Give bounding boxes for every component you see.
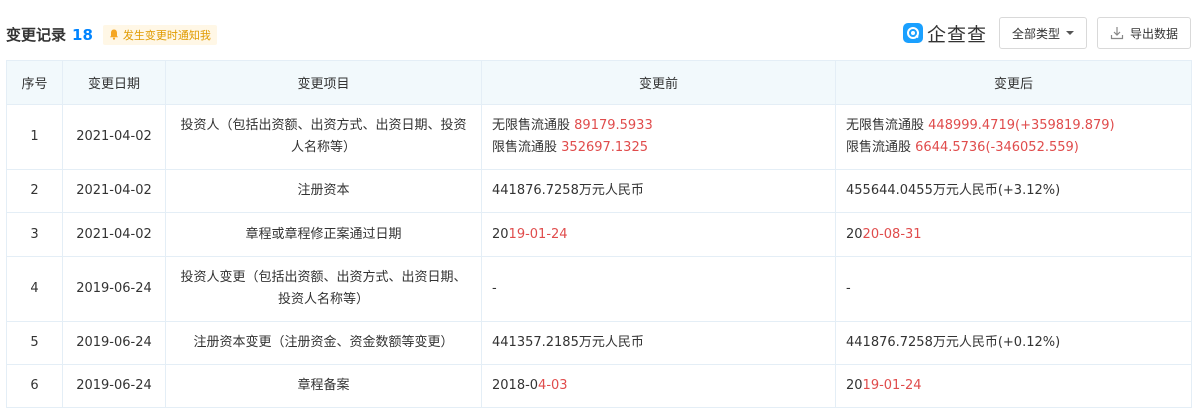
after-changed: 20-08-31 (862, 226, 922, 242)
row-after: 441876.7258万元人民币(+0.12%) (835, 321, 1192, 365)
row-before: 2019-01-24 (481, 212, 836, 257)
title-group: 变更记录 18 发生变更时通知我 (6, 24, 217, 45)
qcc-logo-icon (902, 23, 923, 43)
table-row: 2 2021-04-02 注册资本 441876.7258万元人民币 45564… (6, 169, 1192, 213)
row-after: 2020-08-31 (835, 212, 1192, 257)
before-label: 限售流通股 (492, 140, 558, 155)
row-before: 无限售流通股 89179.5933 限售流通股 352697.1325 (481, 104, 836, 170)
after-value: 6644.5736(-346052.559) (915, 140, 1079, 155)
table-row: 6 2019-06-24 章程备案 2018-04-03 2019-01-24 (6, 364, 1192, 408)
row-item: 章程或章程修正案通过日期 (165, 212, 482, 257)
after-unchanged: 20 (846, 226, 863, 242)
column-header-after: 变更后 (835, 60, 1192, 105)
row-item: 注册资本 (165, 169, 482, 213)
row-no: 3 (6, 212, 63, 257)
row-item: 投资人变更（包括出资额、出资方式、出资日期、投资人名称等） (165, 256, 482, 322)
before-unchanged: 2018-0 (492, 378, 539, 393)
after-value: 448999.4719(+359819.879) (928, 118, 1115, 133)
column-header-no: 序号 (6, 60, 63, 105)
table-row: 5 2019-06-24 注册资本变更（注册资金、资金数额等变更） 441357… (6, 321, 1192, 365)
row-before: - (481, 256, 836, 322)
download-icon (1110, 27, 1124, 40)
row-date: 2021-04-02 (62, 104, 166, 170)
section-header: 变更记录 18 发生变更时通知我 企查查 全部类型 导出数据 (0, 0, 1197, 60)
row-no: 1 (6, 104, 63, 170)
row-date: 2019-06-24 (62, 364, 166, 408)
toolbar: 企查查 全部类型 导出数据 (902, 17, 1191, 49)
row-after: - (835, 256, 1192, 322)
row-after: 无限售流通股 448999.4719(+359819.879) 限售流通股 66… (835, 104, 1192, 170)
row-date: 2021-04-02 (62, 212, 166, 257)
before-changed: 19-01-24 (508, 226, 568, 242)
record-count: 18 (72, 25, 93, 44)
type-filter-label: 全部类型 (1011, 26, 1060, 41)
after-label: 限售流通股 (846, 140, 912, 155)
after-changed: 19-01-24 (862, 378, 922, 393)
change-records-table: 序号 变更日期 变更项目 变更前 变更后 1 2021-04-02 投资人（包括… (6, 60, 1192, 408)
export-button[interactable]: 导出数据 (1096, 17, 1191, 49)
row-item: 注册资本变更（注册资金、资金数额等变更） (165, 321, 482, 365)
row-item: 章程备案 (165, 364, 482, 408)
column-header-before: 变更前 (481, 60, 836, 105)
row-item: 投资人（包括出资额、出资方式、出资日期、投资人名称等） (165, 104, 482, 170)
row-after: 455644.0455万元人民币(+3.12%) (835, 169, 1192, 213)
notify-label: 发生变更时通知我 (122, 28, 211, 42)
notify-button[interactable]: 发生变更时通知我 (102, 24, 217, 45)
before-value: 352697.1325 (561, 140, 648, 155)
table-row: 3 2021-04-02 章程或章程修正案通过日期 2019-01-24 202… (6, 212, 1192, 257)
before-label: 无限售流通股 (492, 118, 571, 133)
section-title: 变更记录 (6, 26, 67, 44)
before-unchanged: 20 (492, 226, 509, 242)
before-changed: 4-03 (538, 378, 568, 393)
bell-icon (109, 29, 118, 40)
type-filter-dropdown[interactable]: 全部类型 (998, 17, 1087, 49)
export-label: 导出数据 (1129, 26, 1178, 41)
table-row: 1 2021-04-02 投资人（包括出资额、出资方式、出资日期、投资人名称等）… (6, 104, 1192, 170)
column-header-item: 变更项目 (165, 60, 482, 105)
row-no: 5 (6, 321, 63, 365)
caret-down-icon (1065, 31, 1074, 35)
row-after: 2019-01-24 (835, 364, 1192, 408)
after-label: 无限售流通股 (846, 118, 925, 133)
brand-logo: 企查查 (902, 20, 987, 47)
logo-text: 企查查 (926, 23, 987, 46)
column-header-date: 变更日期 (62, 60, 166, 105)
row-date: 2021-04-02 (62, 169, 166, 213)
row-date: 2019-06-24 (62, 321, 166, 365)
row-date: 2019-06-24 (62, 256, 166, 322)
row-no: 4 (6, 256, 63, 322)
row-no: 6 (6, 364, 63, 408)
before-value: 89179.5933 (574, 118, 653, 133)
row-before: 2018-04-03 (481, 364, 836, 408)
table-header-row: 序号 变更日期 变更项目 变更前 变更后 (6, 60, 1192, 105)
row-before: 441357.2185万元人民币 (481, 321, 836, 365)
table-row: 4 2019-06-24 投资人变更（包括出资额、出资方式、出资日期、投资人名称… (6, 256, 1192, 322)
row-before: 441876.7258万元人民币 (481, 169, 836, 213)
row-no: 2 (6, 169, 63, 213)
after-unchanged: 20 (846, 378, 863, 393)
